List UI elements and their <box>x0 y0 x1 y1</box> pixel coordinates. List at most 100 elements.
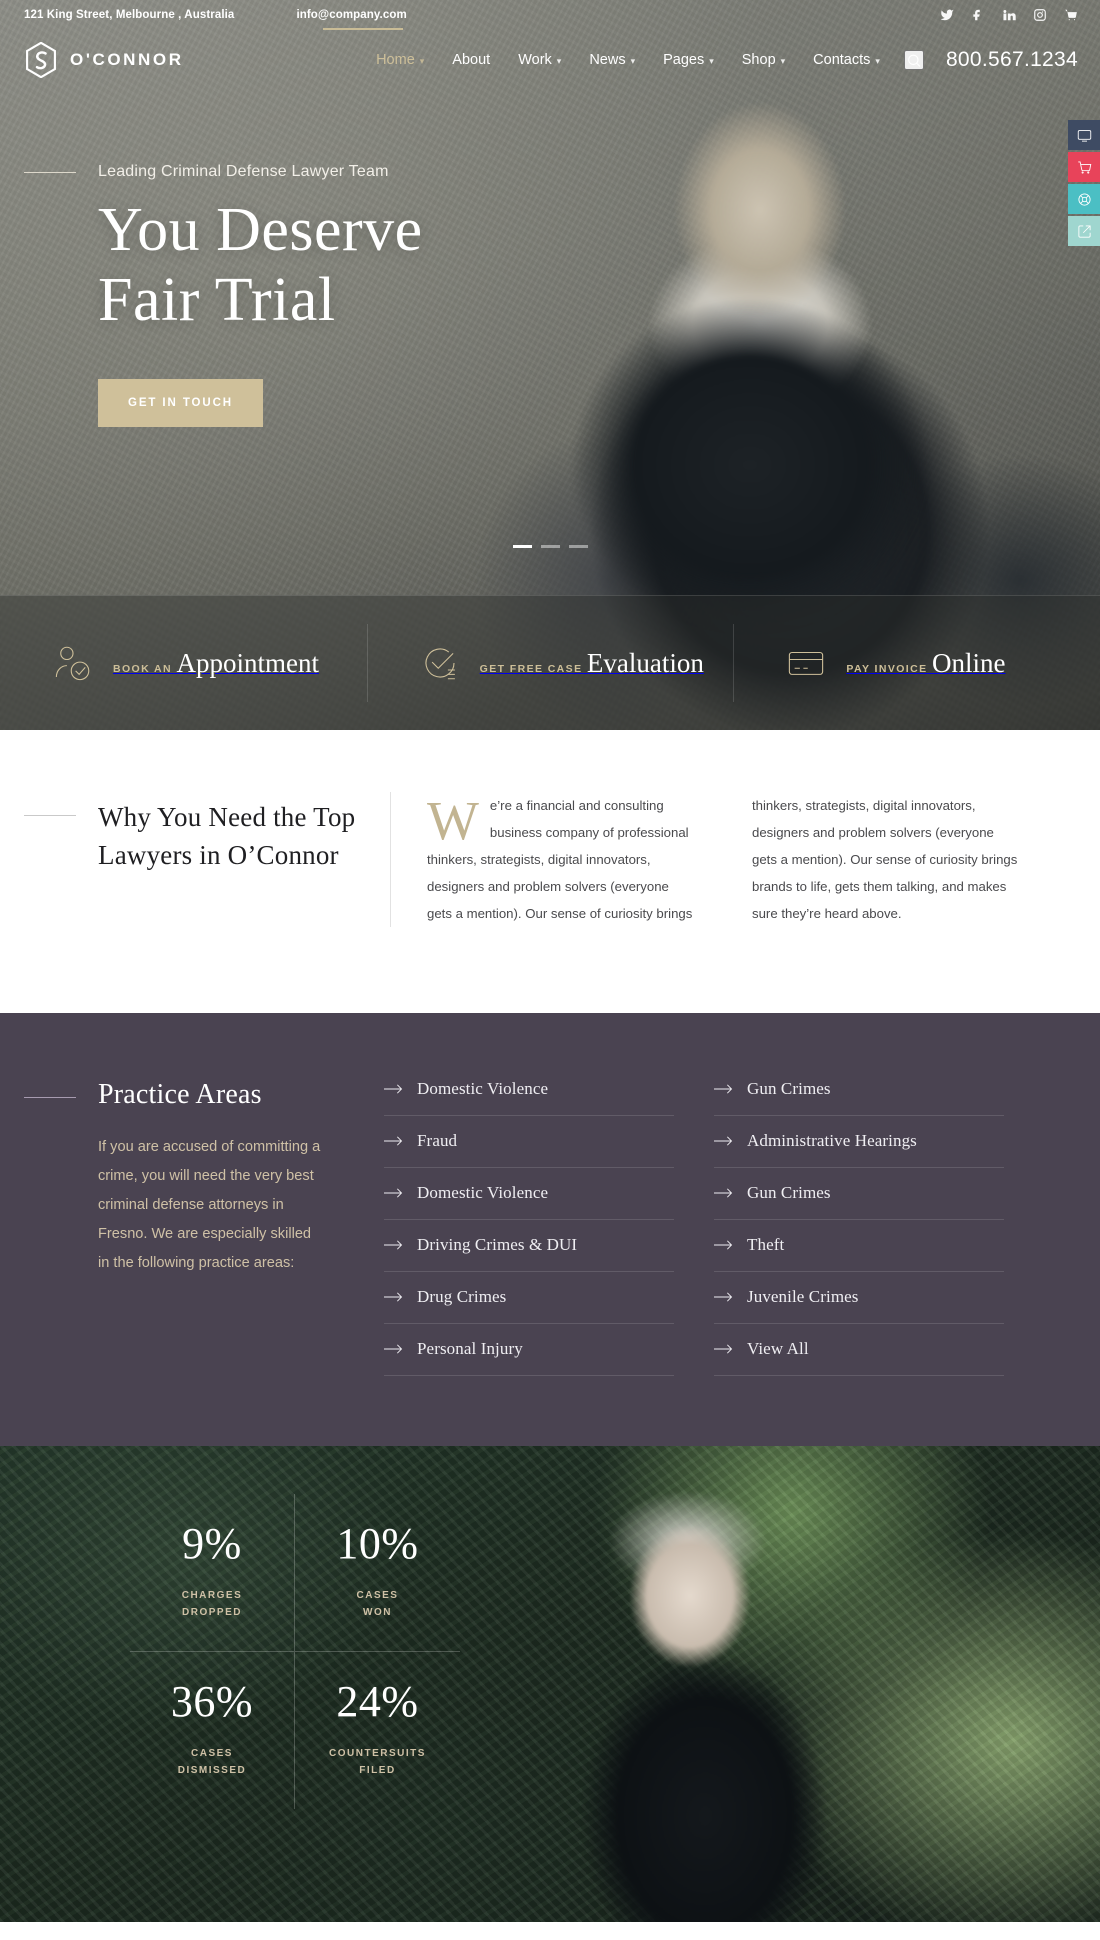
stat-label: COUNTERSUITS FILED <box>329 1748 426 1776</box>
practice-item[interactable]: Theft <box>714 1220 1004 1273</box>
practice-item[interactable]: Domestic Violence <box>384 1079 674 1117</box>
hero-title-line1: You Deserve <box>98 196 423 264</box>
practice-list-right: Gun Crimes Administrative Hearings Gun C… <box>714 1079 1004 1377</box>
service-text: GET FREE CASE Evaluation <box>480 649 704 677</box>
arrow-right-icon <box>714 1292 734 1302</box>
linkedin-icon[interactable] <box>1002 8 1016 22</box>
slider-dot-2[interactable] <box>540 545 560 548</box>
primary-nav: Home ▾ About Work ▾ News ▾ Pages ▾ Shop ▾ Con… <box>362 52 894 68</box>
cart-icon[interactable] <box>1064 8 1078 22</box>
email-text: info@company.com <box>296 8 407 21</box>
service-text: PAY INVOICE Online <box>846 649 1005 677</box>
slider-dot-1[interactable] <box>512 545 532 548</box>
practice-item[interactable]: Gun Crimes <box>714 1168 1004 1221</box>
nav-item-shop[interactable]: Shop ▾ <box>728 52 799 68</box>
service-small-label: BOOK AN <box>113 662 172 675</box>
stat-cases-dismissed: 36% CASES DISMISSED <box>130 1652 295 1810</box>
get-in-touch-button[interactable]: GET IN TOUCH <box>98 379 264 428</box>
heading-rule <box>24 1097 76 1099</box>
nav-item-pages[interactable]: Pages ▾ <box>649 52 728 68</box>
main-navbar: O'CONNOR Home ▾ About Work ▾ News ▾ Pages ▾ … <box>0 29 1100 91</box>
hero-title: You Deserve Fair Trial <box>98 195 1100 335</box>
why-section: Why You Need the Top Lawyers in O’Connor… <box>0 730 1100 1014</box>
brand-logo[interactable]: O'CONNOR <box>24 42 184 78</box>
why-column-2: thinkers, strategists, digital innovator… <box>752 792 1020 927</box>
practice-item[interactable]: Personal Injury <box>384 1324 674 1377</box>
hero-eyebrow-text: Leading Criminal Defense Lawyer Team <box>98 163 389 180</box>
nav-item-news[interactable]: News ▾ <box>575 52 649 68</box>
service-pay-invoice[interactable]: PAY INVOICE Online <box>733 624 1100 702</box>
stat-countersuits-filed: 24% COUNTERSUITS FILED <box>295 1652 460 1809</box>
nav-item-work[interactable]: Work ▾ <box>504 52 575 68</box>
why-divider <box>390 792 391 928</box>
share-icon[interactable] <box>1068 216 1100 246</box>
chevron-down-icon: ▾ <box>630 55 636 66</box>
side-toolbar <box>1068 120 1100 248</box>
nav-item-home[interactable]: Home ▾ <box>362 52 438 68</box>
practice-item-view-all[interactable]: View All <box>714 1324 1004 1377</box>
practice-item[interactable]: Administrative Hearings <box>714 1116 1004 1169</box>
check-circle-list-icon <box>419 642 461 684</box>
practice-item[interactable]: Juvenile Crimes <box>714 1272 1004 1325</box>
arrow-right-icon <box>384 1136 404 1146</box>
arrow-right-icon <box>384 1344 404 1354</box>
chevron-down-icon: ▾ <box>780 55 786 66</box>
arrow-right-icon <box>384 1292 404 1302</box>
practice-item[interactable]: Gun Crimes <box>714 1079 1004 1117</box>
dropcap-letter: W <box>427 790 479 851</box>
hero-content: Leading Criminal Defense Lawyer Team You… <box>0 91 1100 428</box>
chevron-down-icon: ▾ <box>709 55 714 66</box>
chevron-down-icon: ▾ <box>556 55 562 66</box>
arrow-right-icon <box>384 1084 404 1094</box>
statistics-section: 9% CHARGES DROPPED 10% CASES WON 36% CASES… <box>0 1446 1100 1923</box>
preview-monitor-icon[interactable] <box>1068 120 1100 150</box>
nav-item-contacts[interactable]: Contacts ▾ <box>799 52 894 68</box>
arrow-right-icon <box>384 1188 404 1198</box>
search-icon[interactable] <box>903 50 924 70</box>
instagram-icon[interactable] <box>1033 8 1047 22</box>
practice-item[interactable]: Drug Crimes <box>384 1272 674 1325</box>
stat-value: 24% <box>336 1677 419 1727</box>
hero-eyebrow: Leading Criminal Defense Lawyer Team <box>24 163 1100 181</box>
social-links <box>940 8 1078 22</box>
stats-background-portrait <box>520 1486 940 1923</box>
heading-rule <box>24 815 76 816</box>
service-small-label: GET FREE CASE <box>479 662 583 675</box>
statistics-grid: 9% CHARGES DROPPED 10% CASES WON 36% CASES… <box>130 1446 460 1810</box>
chevron-down-icon: ▾ <box>875 55 880 66</box>
slider-dot-3[interactable] <box>568 545 588 548</box>
stat-cases-won: 10% CASES WON <box>295 1494 460 1653</box>
practice-item[interactable]: Driving Crimes & DUI <box>384 1220 674 1273</box>
nav-item-about[interactable]: About <box>438 52 504 68</box>
hexagon-swirl-logo <box>24 42 58 78</box>
credit-card-icon <box>785 642 827 684</box>
arrow-right-icon <box>384 1240 404 1250</box>
service-free-evaluation[interactable]: GET FREE CASE Evaluation <box>366 624 734 702</box>
arrow-right-icon <box>714 1240 734 1250</box>
user-check-icon <box>52 642 94 684</box>
stat-label: CASES WON <box>356 1590 399 1618</box>
hero-title-line2: Fair Trial <box>98 266 336 335</box>
service-big-label: Evaluation <box>586 647 704 678</box>
phone-number[interactable]: 800.567.1234 <box>946 48 1078 72</box>
stat-label: CASES DISMISSED <box>177 1748 247 1776</box>
practice-item[interactable]: Domestic Violence <box>384 1168 674 1221</box>
hero-section: 121 King Street, Melbourne , Australia i… <box>0 0 1100 730</box>
stat-value: 9% <box>182 1519 242 1569</box>
brand-name: O'CONNOR <box>70 50 184 69</box>
why-paragraph-1: We’re a financial and consulting busines… <box>427 790 693 922</box>
twitter-icon[interactable] <box>940 8 954 22</box>
slider-pagination <box>0 545 1100 548</box>
why-column-1: We’re a financial and consulting busines… <box>427 792 695 927</box>
stat-charges-dropped: 9% CHARGES DROPPED <box>130 1494 295 1653</box>
service-text: BOOK AN Appointment <box>113 649 319 677</box>
facebook-icon[interactable] <box>971 8 985 22</box>
service-book-appointment[interactable]: BOOK AN Appointment <box>0 642 367 684</box>
practice-heading: Practice Areas <box>98 1079 262 1111</box>
support-icon[interactable] <box>1068 184 1100 214</box>
practice-item[interactable]: Fraud <box>384 1116 674 1169</box>
page-root: 121 King Street, Melbourne , Australia i… <box>0 0 1100 1923</box>
buy-cart-icon[interactable] <box>1068 152 1100 182</box>
arrow-right-icon <box>714 1136 734 1146</box>
top-bar: 121 King Street, Melbourne , Australia i… <box>0 0 1100 29</box>
